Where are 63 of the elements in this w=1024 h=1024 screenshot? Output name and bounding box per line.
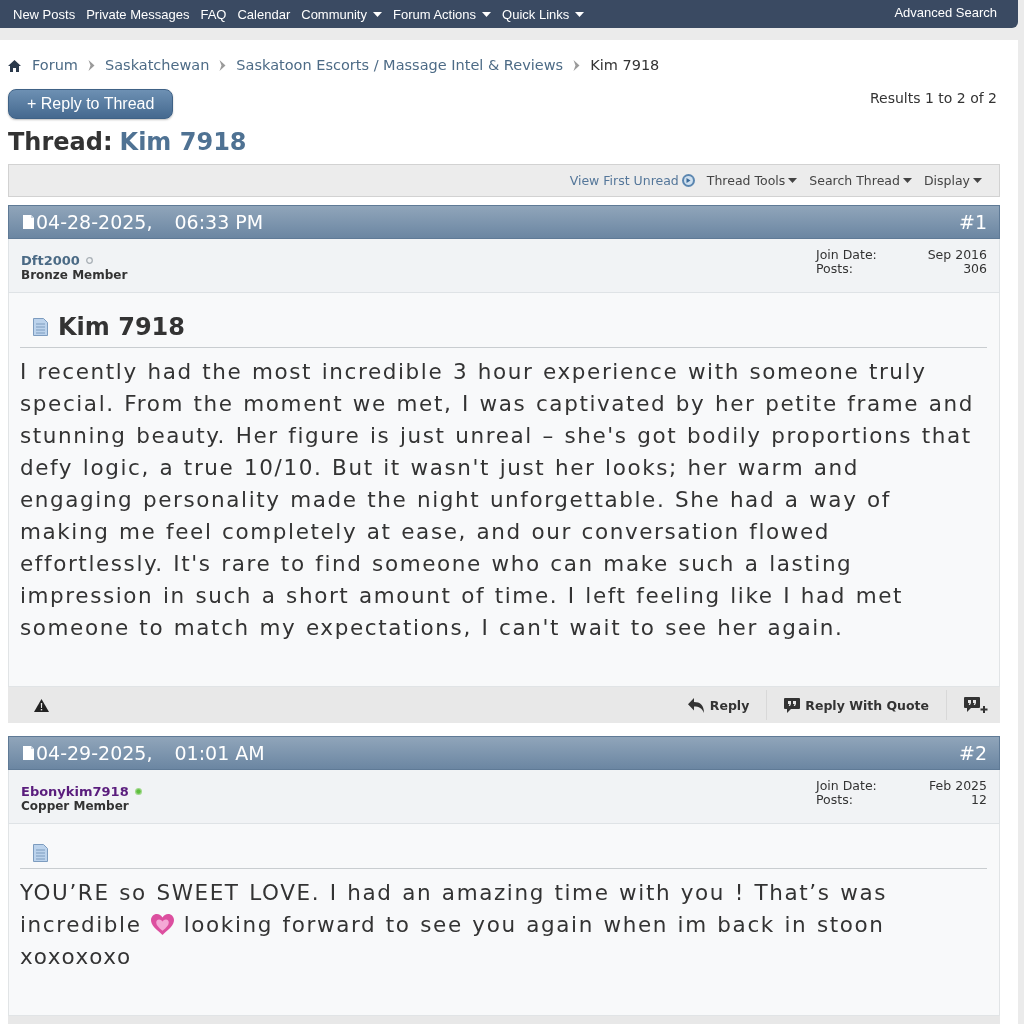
user-rank: Copper Member: [21, 799, 130, 813]
breadcrumb-link[interactable]: Saskatchewan: [105, 57, 210, 74]
quote-bubble-icon: [784, 697, 801, 713]
document-icon: [33, 318, 48, 336]
username-link[interactable]: Ebonykim7918: [21, 784, 129, 799]
nav-menu[interactable]: Quick Links: [502, 6, 585, 22]
report-post-button[interactable]: [34, 698, 49, 712]
caret-icon: [575, 11, 585, 17]
stat-label: Join Date:: [816, 779, 877, 793]
post-title: Kim 7918: [58, 313, 185, 341]
caret-icon: [373, 11, 382, 17]
document-icon: [23, 746, 34, 760]
stat-label: Posts:: [816, 262, 854, 276]
reply-with-quote-button[interactable]: Reply With Quote: [784, 697, 929, 713]
caret-icon: [973, 178, 982, 183]
stat-value: Feb 2025: [929, 779, 987, 793]
post-date: 04-29-2025,: [36, 742, 153, 764]
nav-link[interactable]: Private Messages: [86, 6, 190, 22]
toolbar-menu[interactable]: Thread Tools: [706, 173, 798, 188]
home-icon[interactable]: [8, 59, 21, 72]
stat-value: 12: [971, 793, 987, 807]
quote-bubble-plus-icon: [964, 697, 988, 713]
nav-link[interactable]: Advanced Search: [894, 4, 997, 20]
breadcrumb-link[interactable]: Saskatoon Escorts / Massage Intel & Reviews: [236, 57, 564, 74]
username-link[interactable]: Dft2000: [21, 253, 80, 268]
reply-to-thread-button[interactable]: + Reply to Thread: [8, 89, 174, 119]
warning-icon: [34, 698, 49, 712]
arrow-circle-icon: [681, 174, 695, 187]
nav-link[interactable]: Calendar: [237, 6, 291, 22]
arrow-icon: [88, 60, 95, 71]
toolbar-link[interactable]: View First Unread: [569, 173, 695, 188]
reply-button[interactable]: Reply: [687, 697, 750, 713]
nav-menu[interactable]: Community: [301, 6, 382, 22]
breadcrumb-link[interactable]: Forum: [32, 57, 78, 74]
multi-quote-button[interactable]: [964, 697, 988, 713]
post-date: 04-28-2025,: [36, 211, 153, 233]
stat-value: 306: [963, 262, 987, 276]
caret-icon: [788, 178, 798, 183]
toolbar-menu[interactable]: Search Thread: [809, 173, 912, 188]
breadcrumb-current: Kim 7918: [590, 57, 660, 74]
post-time: 06:33 PM: [174, 211, 264, 233]
caret-icon: [482, 11, 492, 17]
heart-icon: [151, 914, 175, 935]
document-icon: [33, 844, 48, 862]
post-message: YOU’RE so SWEET LOVE. I had an amazing time with you ! That’s was incredible looking forward to see you again when im back in stoon xoxoxoxo: [20, 879, 888, 971]
nav-link[interactable]: FAQ: [200, 6, 227, 22]
post-message: I recently had the most incredible 3 hour experience with someone truly special. From the moment we met, I was captivated by her petite frame and stunning beauty. Her figure is just unreal – she's got bodily proportions that defy logic, a true 10/10. But it wasn't just her looks; her warm and engaging personality made the night unforgettable. She had a way of making me feel completely at ease, and our conversation flowed effortlessly. It's rare to find someone who can make such a lasting impression in such a short amount of time. I left feeling like I had met someone to match my expectations, I can't wait to see her again.: [20, 358, 975, 642]
thread-title-link[interactable]: Kim 7918: [119, 128, 247, 156]
toolbar-menu[interactable]: Display: [923, 173, 982, 188]
thread-title-label: Thread:: [8, 128, 113, 156]
stat-value: Sep 2016: [927, 248, 987, 262]
nav-link[interactable]: New Posts: [13, 6, 76, 22]
caret-icon: [902, 178, 912, 183]
nav-menu[interactable]: Forum Actions: [393, 6, 492, 22]
reply-arrow-icon: [687, 697, 705, 713]
arrow-icon: [219, 60, 227, 71]
arrow-icon: [573, 60, 581, 71]
stat-label: Join Date:: [816, 248, 877, 262]
user-rank: Bronze Member: [21, 268, 128, 282]
post-time: 01:01 AM: [174, 742, 265, 764]
document-icon: [23, 215, 34, 229]
results-count: Results 1 to 2 of 2: [869, 89, 997, 106]
stat-label: Posts:: [816, 793, 854, 807]
